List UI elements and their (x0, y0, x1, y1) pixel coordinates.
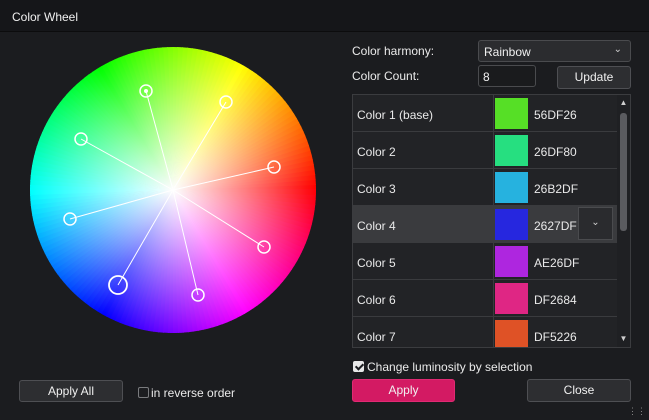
color-row[interactable]: Color 7 DF5226 (353, 317, 617, 347)
color-swatch[interactable] (495, 172, 528, 203)
row-divider (493, 132, 494, 169)
color-count-input[interactable]: 8 (478, 65, 536, 87)
color-hex-value[interactable]: 26B2DF (534, 182, 578, 196)
color-swatch[interactable] (495, 246, 528, 277)
scrollbar[interactable]: ▲ ▼ (617, 95, 630, 347)
color-hex-value[interactable]: 56DF26 (534, 108, 577, 122)
color-harmony-value: Rainbow (484, 45, 531, 59)
color-row-name: Color 4 (357, 219, 396, 233)
row-divider (493, 317, 494, 347)
color-row-name: Color 1 (base) (357, 108, 434, 122)
color-harmony-label: Color harmony: (352, 44, 435, 58)
resize-grip-icon[interactable]: ⋮⋮ (628, 406, 646, 417)
luminosity-checkbox[interactable] (353, 361, 364, 372)
chevron-down-icon: ⌄ (613, 44, 622, 55)
color-harmony-select[interactable]: Rainbow ⌄ (478, 40, 631, 62)
update-button-label: Update (574, 70, 614, 84)
color-hex-value[interactable]: 26DF80 (534, 145, 577, 159)
color-row[interactable]: Color 1 (base) 56DF26 (353, 95, 617, 132)
color-row[interactable]: Color 3 26B2DF (353, 169, 617, 206)
color-hex-value[interactable]: AE26DF (534, 256, 579, 270)
color-row-name: Color 2 (357, 145, 396, 159)
color-swatch[interactable] (495, 283, 528, 314)
scroll-down-icon[interactable]: ▼ (617, 333, 630, 345)
scroll-thumb[interactable] (620, 113, 627, 231)
reverse-order-checkbox[interactable] (138, 387, 149, 398)
update-button[interactable]: Update (557, 66, 631, 89)
luminosity-label: Change luminosity by selection (367, 360, 533, 374)
color-wheel[interactable] (0, 32, 340, 372)
color-hex-value[interactable]: 2627DF (534, 219, 577, 233)
color-row-name: Color 6 (357, 293, 396, 307)
window-title: Color Wheel (12, 10, 79, 24)
row-divider (493, 243, 494, 280)
color-row[interactable]: Color 4 2627DF ⌄ (353, 206, 617, 243)
color-row-name: Color 3 (357, 182, 396, 196)
scroll-up-icon[interactable]: ▲ (617, 97, 630, 109)
color-swatch[interactable] (495, 98, 528, 129)
row-divider (493, 206, 494, 243)
color-count-label: Color Count: (352, 69, 420, 83)
color-hex-value[interactable]: DF2684 (534, 293, 577, 307)
row-divider (493, 95, 494, 132)
color-wheel-graphic[interactable] (0, 32, 340, 372)
color-swatch[interactable] (495, 320, 528, 347)
close-button-label: Close (563, 383, 595, 397)
apply-all-button-label: Apply All (47, 384, 95, 398)
color-row[interactable]: Color 5 AE26DF (353, 243, 617, 280)
close-button[interactable]: Close (527, 379, 631, 402)
wheel-handle-base-dot (144, 89, 148, 93)
color-row-name: Color 7 (357, 330, 396, 344)
color-row[interactable]: Color 6 DF2684 (353, 280, 617, 317)
title-bar: Color Wheel (0, 0, 649, 32)
color-swatch[interactable] (495, 209, 528, 240)
color-row[interactable]: Color 2 26DF80 (353, 132, 617, 169)
reverse-order-label: in reverse order (151, 386, 236, 400)
apply-all-button[interactable]: Apply All (19, 380, 123, 402)
color-list[interactable]: Color 1 (base) 56DF26 Color 2 26DF80 Color 3… (352, 94, 631, 348)
color-hex-value[interactable]: DF5226 (534, 330, 577, 344)
apply-button-label: Apply (388, 383, 419, 397)
color-count-value: 8 (483, 70, 490, 84)
color-swatch[interactable] (495, 135, 528, 166)
row-divider (493, 169, 494, 206)
color-row-name: Color 5 (357, 256, 396, 270)
chevron-down-icon[interactable]: ⌄ (578, 207, 613, 240)
row-divider (493, 280, 494, 317)
apply-button[interactable]: Apply (352, 379, 455, 402)
